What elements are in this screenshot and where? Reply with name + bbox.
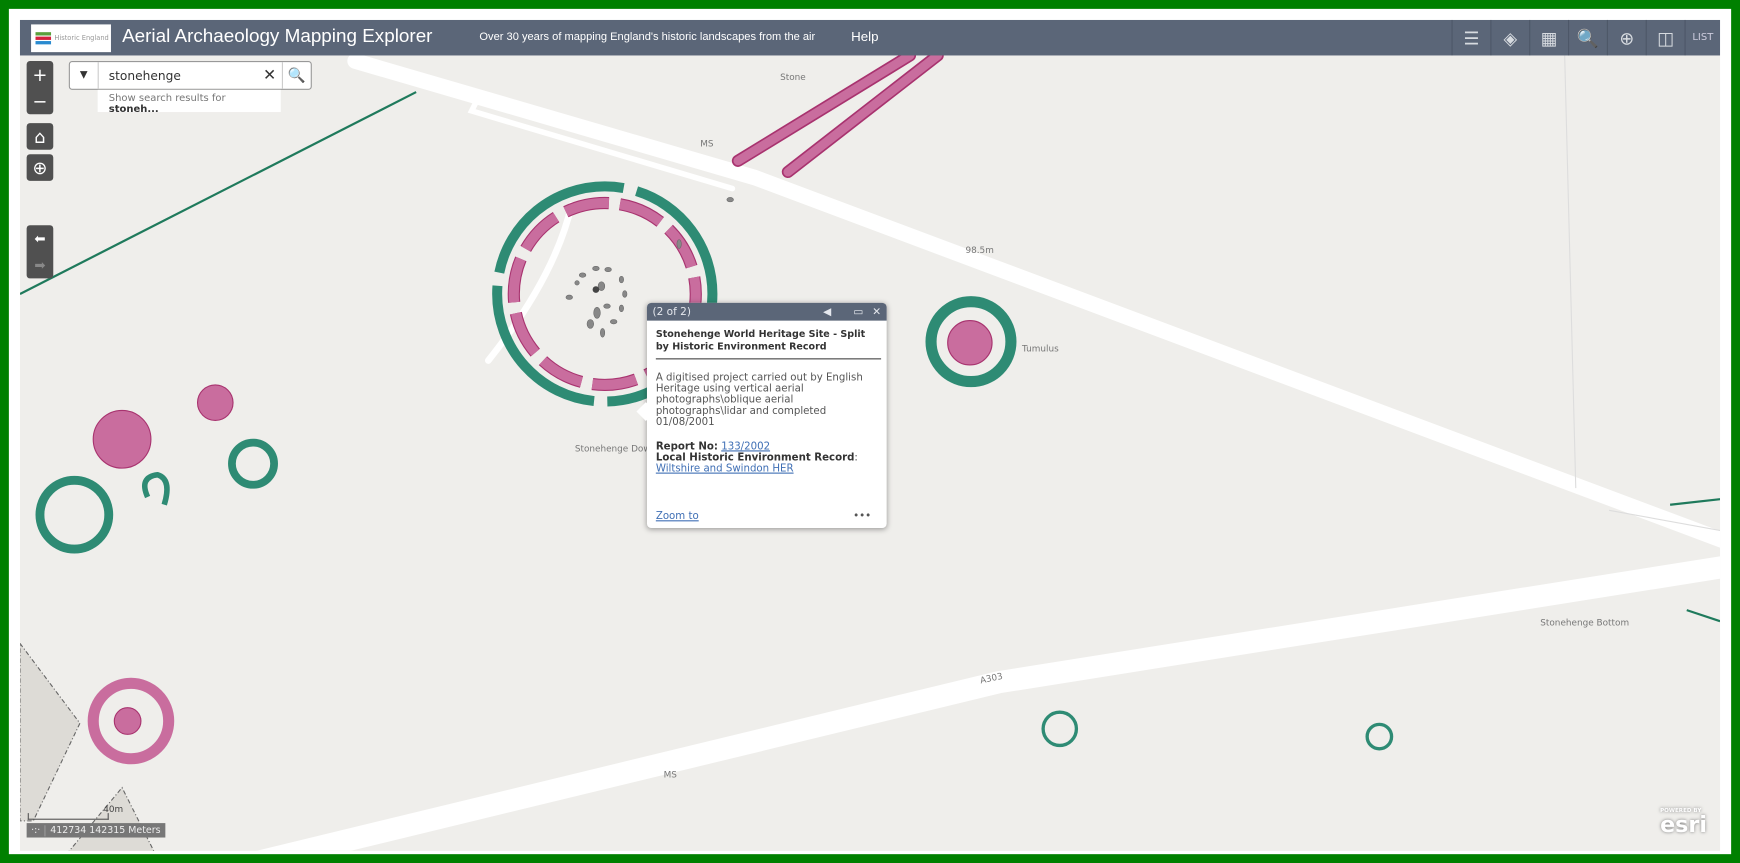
zoom-control: + − xyxy=(26,61,54,115)
app-title: Aerial Archaeology Mapping Explorer xyxy=(122,25,433,47)
scale-label: 40m xyxy=(103,804,124,815)
query-icon: 🔍 xyxy=(1576,27,1600,49)
scale-bar xyxy=(27,813,109,820)
more-actions-button[interactable]: ••• xyxy=(853,510,871,522)
feature-popup: (2 of 2) ◀ ▭ ✕ Stonehenge World Heritage… xyxy=(636,302,887,529)
next-extent-button[interactable]: ➡ xyxy=(27,252,54,279)
add-data-icon: ⊕ xyxy=(1619,27,1635,49)
list-button[interactable]: LIST xyxy=(1684,19,1721,56)
map-label-ms: MS xyxy=(700,138,714,149)
close-popup-button[interactable]: ✕ xyxy=(872,306,881,318)
map-label-stonehenge-down: Stonehenge Down xyxy=(574,443,657,454)
search-widget: ▼ stonehenge ✕ 🔍 xyxy=(68,61,312,90)
popup-title: Stonehenge World Heritage Site - Split b… xyxy=(655,329,882,360)
basemap-gallery-icon: ▦ xyxy=(1540,27,1558,49)
coordinate-readout: 412734 142315 Meters xyxy=(50,824,161,836)
popup-header: (2 of 2) ◀ ▭ ✕ xyxy=(646,302,887,321)
clear-search-button[interactable]: ✕ xyxy=(257,67,281,85)
swipe-button[interactable]: ◫ xyxy=(1645,19,1685,56)
toolbar: ☰ ◈ ▦ 🔍 ⊕ ◫ LIST xyxy=(1451,19,1721,56)
maximize-button[interactable]: ▭ xyxy=(853,306,863,318)
legend-icon: ☰ xyxy=(1463,27,1480,49)
zoom-out-button[interactable]: − xyxy=(27,88,54,115)
layers-button[interactable]: ◈ xyxy=(1490,19,1529,56)
home-icon: ⌂ xyxy=(34,125,46,147)
extent-navigate: ⬅ ➡ xyxy=(26,225,54,279)
swipe-icon: ◫ xyxy=(1657,27,1675,49)
coordinate-toggle-icon[interactable]: ·:· xyxy=(27,824,46,836)
coordinate-widget: ·:· 412734 142315 Meters xyxy=(26,823,165,838)
historic-england-logo[interactable]: Historic England xyxy=(31,24,111,53)
road-avenue xyxy=(347,53,1721,548)
app-header: Historic England Aerial Archaeology Mapp… xyxy=(19,19,1721,56)
suggestion-term: stoneh... xyxy=(108,104,159,116)
zoom-in-button[interactable]: + xyxy=(27,61,54,88)
her-link[interactable]: Wiltshire and Swindon HER xyxy=(656,463,794,475)
esri-logo[interactable]: POWERED BY esri xyxy=(1660,808,1707,837)
suggestion-prefix: Show search results for xyxy=(108,93,226,105)
legend-button[interactable]: ☰ xyxy=(1451,19,1490,56)
layers-icon: ◈ xyxy=(1503,27,1518,49)
search-source-dropdown[interactable]: ▼ xyxy=(70,62,99,89)
basemap-gallery-button[interactable]: ▦ xyxy=(1529,19,1568,56)
zoom-to-link[interactable]: Zoom to xyxy=(656,510,699,522)
popup-counter: (2 of 2) xyxy=(652,305,692,318)
help-link[interactable]: Help xyxy=(851,29,878,45)
query-button[interactable]: 🔍 xyxy=(1568,19,1607,56)
previous-extent-button[interactable]: ⬅ xyxy=(27,225,54,252)
map-label-tumulus: Tumulus xyxy=(1022,343,1059,354)
road-a303 xyxy=(256,556,1721,851)
search-input[interactable]: stonehenge xyxy=(99,68,258,82)
map-label-stonehenge-bottom: Stonehenge Bottom xyxy=(1540,617,1630,628)
previous-feature-button[interactable]: ◀ xyxy=(823,306,831,318)
map-label-stone: Stone xyxy=(780,72,806,83)
popup-description: A digitised project carried out by Engli… xyxy=(655,371,863,429)
popup-body: A digitised project carried out by Engli… xyxy=(655,371,878,475)
esri-wordmark: esri xyxy=(1660,810,1707,838)
map-label-elevation: 98.5m xyxy=(965,245,994,256)
add-data-button[interactable]: ⊕ xyxy=(1606,19,1646,56)
map-label-ms: MS xyxy=(663,769,677,780)
popup-footer: Zoom to ••• xyxy=(656,510,871,522)
locate-button[interactable]: ⊕ xyxy=(26,154,54,181)
app-tagline: Over 30 years of mapping England's histo… xyxy=(479,31,816,44)
search-button[interactable]: 🔍 xyxy=(281,62,311,89)
logo-text: Historic England xyxy=(54,34,109,43)
linear-feature xyxy=(19,91,417,295)
locate-icon: ⊕ xyxy=(32,156,48,179)
search-suggestion[interactable]: Show search results for stoneh... xyxy=(97,89,281,116)
home-button[interactable]: ⌂ xyxy=(26,123,54,150)
